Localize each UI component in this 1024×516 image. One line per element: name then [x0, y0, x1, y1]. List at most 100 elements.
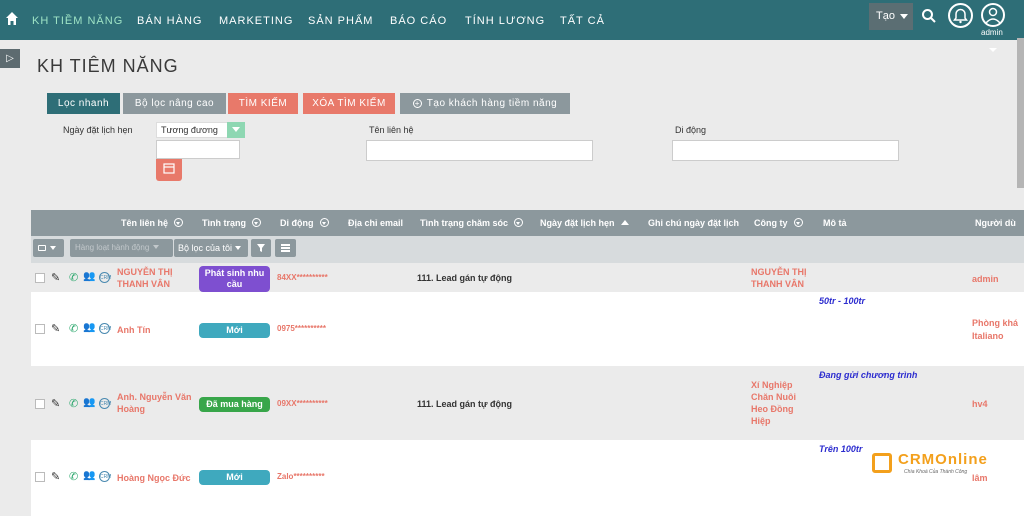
table-row[interactable]: ✎ ✆ 👥 CRM Anh Tín Mới 0975********** 50t…	[31, 292, 1024, 366]
crm-icon[interactable]: CRM	[99, 272, 111, 283]
edit-icon[interactable]: ✎	[51, 397, 60, 410]
user-avatar-icon[interactable]	[981, 3, 1005, 27]
column-header-company[interactable]: Công ty	[754, 218, 803, 228]
phone-icon[interactable]: ✆	[69, 271, 78, 284]
column-header-label: Di động	[280, 218, 314, 228]
appointment-date-label: Ngày đặt lịch hẹn	[63, 125, 133, 135]
phone-number[interactable]: 09XX**********	[277, 399, 328, 408]
appointment-date-input[interactable]	[156, 140, 240, 159]
crm-icon[interactable]: CRM	[99, 398, 111, 409]
sort-icon	[252, 218, 261, 227]
phone-number[interactable]: 0975**********	[277, 324, 326, 333]
contact-name-link[interactable]: Anh. Nguyễn Văn Hoàng	[117, 391, 197, 415]
crm-icon[interactable]: CRM	[99, 323, 111, 334]
row-checkbox[interactable]	[35, 324, 45, 334]
my-filter-dropdown[interactable]: Bộ lọc của tôi	[174, 239, 248, 257]
sort-icon	[174, 218, 184, 227]
description: 50tr - 100tr	[819, 296, 866, 306]
column-header-label: Tình trạng	[202, 218, 246, 228]
phone-number[interactable]: 84XX**********	[277, 273, 328, 282]
column-header-mobile[interactable]: Di động	[280, 218, 329, 228]
column-list-button[interactable]	[275, 239, 296, 257]
row-checkbox[interactable]	[35, 472, 45, 482]
calendar-button[interactable]	[156, 159, 182, 181]
column-header-email[interactable]: Địa chỉ email	[348, 218, 403, 228]
row-checkbox[interactable]	[35, 273, 45, 283]
sidebar-toggle-button[interactable]: ▷	[0, 49, 20, 68]
table-row[interactable]: ✎ ✆ 👥 CRM Anh. Nguyễn Văn Hoàng Đã mua h…	[31, 366, 1024, 440]
contact-name-input[interactable]	[366, 140, 593, 161]
nav-item-ban-hang[interactable]: BÁN HÀNG	[137, 15, 202, 27]
nav-item-tinh-luong[interactable]: TÍNH LƯƠNG	[465, 15, 545, 27]
appointment-date-operator-select[interactable]: Tương đương	[156, 122, 228, 138]
tab-advanced-filter[interactable]: Bộ lọc nâng cao	[123, 93, 226, 114]
crmonline-logo: CRMOnline Chìa Khoá Của Thành Công	[872, 450, 987, 478]
nav-item-san-pham[interactable]: SẢN PHẨM	[308, 15, 373, 27]
search-icon[interactable]	[921, 8, 937, 24]
create-lead-label: Tạo khách hàng tiềm năng	[426, 98, 558, 109]
nav-item-tat-ca[interactable]: TẤT CẢ	[560, 15, 605, 27]
filter-button[interactable]	[251, 239, 271, 257]
column-header-appointment-note[interactable]: Ghi chú ngày đặt lịch	[648, 218, 739, 228]
contact-name-link[interactable]: Anh Tín	[117, 324, 197, 336]
select-all-dropdown[interactable]	[33, 239, 64, 257]
chevron-down-icon[interactable]	[227, 122, 245, 138]
status-badge: Đã mua hàng	[199, 397, 270, 412]
mobile-input[interactable]	[672, 140, 899, 161]
nav-item-bao-cao[interactable]: BÁO CÁO	[390, 15, 447, 27]
users-icon[interactable]: 👥	[83, 322, 95, 333]
bulk-action-dropdown[interactable]: Hàng loạt hành động	[70, 239, 173, 257]
edit-icon[interactable]: ✎	[51, 271, 60, 284]
column-header-care-status[interactable]: Tình trạng chăm sóc	[420, 218, 524, 228]
column-header-description[interactable]: Mô tả	[823, 218, 847, 228]
phone-icon[interactable]: ✆	[69, 322, 78, 335]
sort-icon	[514, 218, 524, 227]
column-header-contact-name[interactable]: Tên liên hệ	[121, 218, 184, 228]
page-scrollbar[interactable]	[1017, 38, 1024, 188]
column-header-appointment-date[interactable]: Ngày đặt lịch hẹn	[540, 218, 629, 228]
phone-icon[interactable]: ✆	[69, 397, 78, 410]
bulk-action-label: Hàng loạt hành động	[75, 243, 150, 252]
column-header-status[interactable]: Tình trạng	[202, 218, 261, 228]
users-icon[interactable]: 👥	[83, 397, 95, 408]
edit-icon[interactable]: ✎	[51, 470, 60, 483]
edit-icon[interactable]: ✎	[51, 322, 60, 335]
contact-name-label: Tên liên hệ	[369, 125, 414, 135]
care-status: 111. Lead gán tự động	[417, 399, 513, 409]
phone-number[interactable]: Zalo**********	[277, 472, 325, 481]
company-name[interactable]: NGUYỄN THỊ THANH VÂN	[751, 266, 813, 290]
owner-name: admin	[972, 274, 999, 284]
table-toolbar: Hàng loạt hành động Bộ lọc của tôi	[31, 236, 1024, 263]
phone-icon[interactable]: ✆	[69, 470, 78, 483]
column-header-owner[interactable]: Người dù	[975, 218, 1016, 228]
users-icon[interactable]: 👥	[83, 271, 95, 282]
list-icon	[281, 244, 290, 252]
users-icon[interactable]: 👥	[83, 470, 95, 481]
chevron-down-icon[interactable]	[989, 48, 997, 52]
status-badge: Mới	[199, 323, 270, 338]
contact-name-link[interactable]: Hoàng Ngọc Đức	[117, 472, 197, 484]
company-name[interactable]: Xí Nghiệp Chăn Nuôi Heo Đồng Hiệp	[751, 379, 803, 427]
search-button[interactable]: TÌM KIẾM	[228, 93, 298, 114]
chevron-down-icon	[153, 245, 160, 249]
notification-bell-icon[interactable]	[948, 3, 973, 28]
my-filter-label: Bộ lọc của tôi	[178, 243, 233, 253]
chevron-down-icon	[235, 246, 242, 250]
tab-quick-filter[interactable]: Lọc nhanh	[47, 93, 120, 114]
clear-search-button[interactable]: XÓA TÌM KIẾM	[303, 93, 395, 114]
row-checkbox[interactable]	[35, 399, 45, 409]
checkbox-icon	[38, 245, 46, 251]
table-row[interactable]: ✎ ✆ 👥 CRM NGUYỄN THỊ THANH VÂN Phát sinh…	[31, 263, 1024, 292]
home-icon[interactable]	[5, 11, 19, 27]
contact-name-link[interactable]: NGUYỄN THỊ THANH VÂN	[117, 266, 197, 290]
user-name[interactable]: admin	[981, 28, 1003, 37]
create-lead-button[interactable]: + Tạo khách hàng tiềm năng	[400, 93, 570, 114]
create-dropdown[interactable]: Tạo	[869, 3, 913, 30]
crm-icon[interactable]: CRM	[99, 471, 111, 482]
chevron-down-icon	[900, 14, 908, 19]
plus-circle-icon: +	[412, 99, 422, 108]
column-header-label: Công ty	[754, 218, 788, 228]
mobile-label: Di động	[675, 125, 707, 135]
nav-item-marketing[interactable]: MARKETING	[219, 15, 293, 27]
nav-item-kh-tiem-nang[interactable]: KH TIỀM NĂNG	[32, 15, 123, 27]
